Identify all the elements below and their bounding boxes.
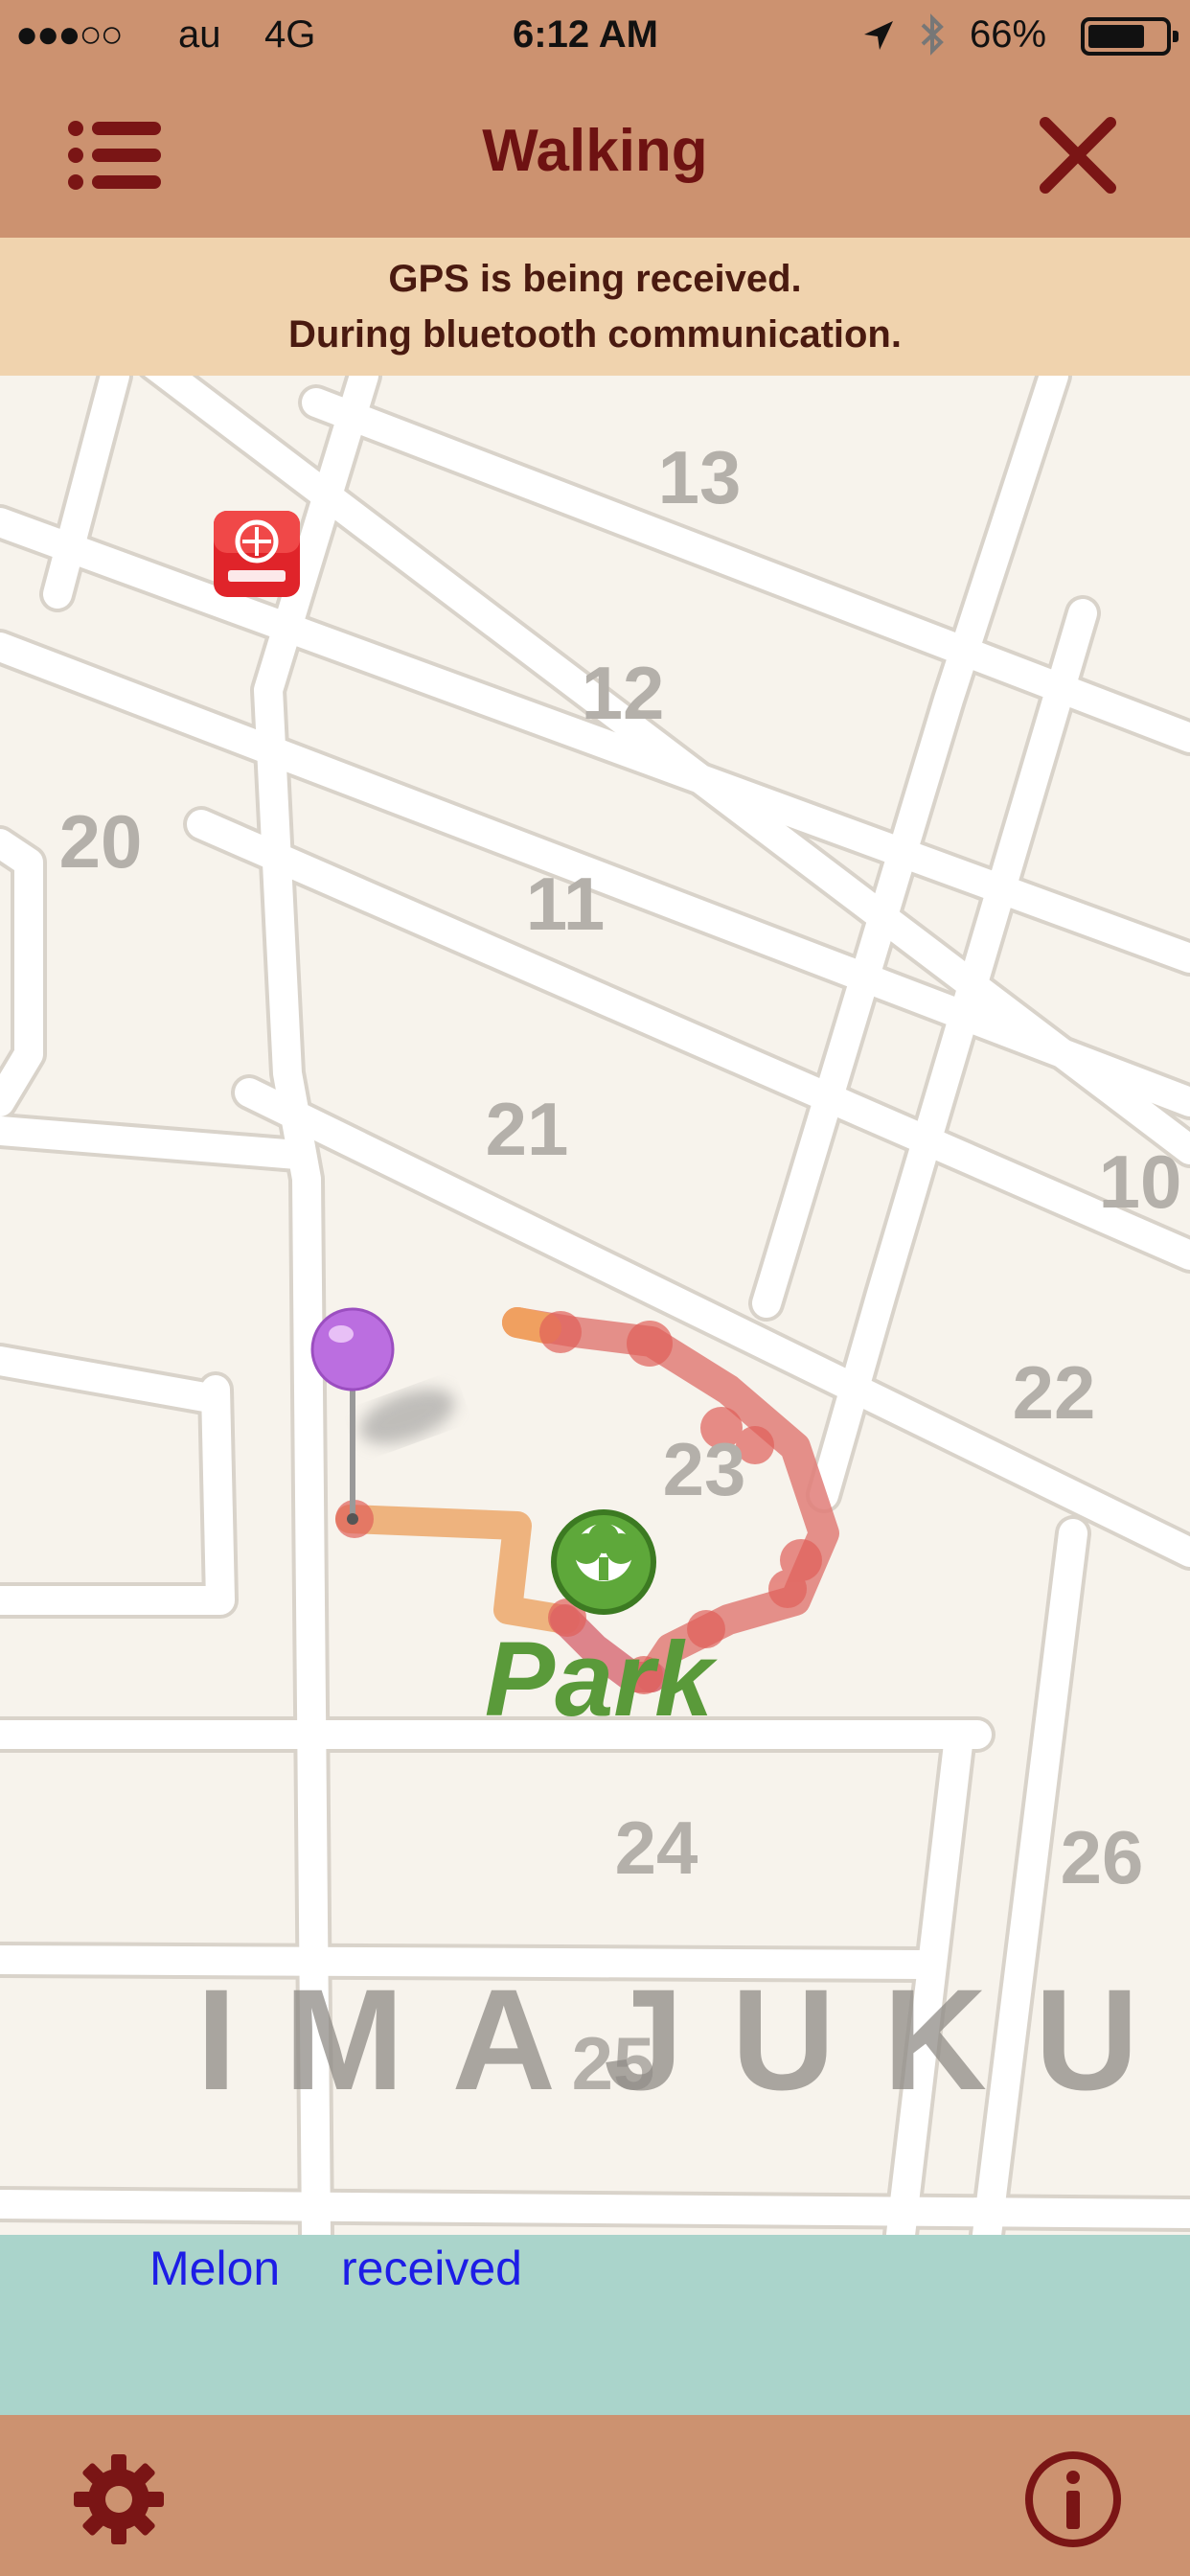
device-name: Melon [149,2242,281,2295]
network-type: 4G [264,13,316,56]
block-label-24: 24 [615,1806,698,1890]
block-label-26: 26 [1061,1815,1144,1899]
block-label-22: 22 [1013,1350,1096,1435]
bluetooth-icon [921,13,944,56]
map-view[interactable]: 13 12 20 11 21 10 22 23 24 26 25 IMAJUKU… [0,376,1190,2235]
block-label-11: 11 [526,862,605,946]
close-button[interactable] [1025,107,1131,203]
map-canvas[interactable]: 13 12 20 11 21 10 22 23 24 26 25 IMAJUKU… [0,376,1190,2235]
nav-bar: Walking [0,73,1190,238]
block-label-10: 10 [1099,1139,1182,1224]
close-icon [1040,117,1116,194]
receive-status: received [341,2242,522,2295]
signal-strength: ●●●○○ [15,13,124,56]
info-button[interactable] [1014,2444,1133,2559]
status-time: 6:12 AM [513,13,658,56]
carrier-name: au [178,13,221,56]
bluetooth-status-text: During bluetooth communication. [288,313,902,356]
block-label-21: 21 [486,1087,569,1171]
district-label: IMAJUKU2 [196,1959,1190,2120]
block-label-13: 13 [658,435,742,519]
status-bar: ●●●○○ au 4G 6:12 AM 66% [0,0,1190,73]
park-label: Park [485,1621,718,1738]
status-banner: GPS is being received. During bluetooth … [0,238,1190,376]
store-icon [214,511,300,597]
block-label-12: 12 [582,651,665,735]
page-title: Walking [482,118,708,184]
block-label-20: 20 [59,799,143,884]
info-icon [1025,2451,1121,2547]
gear-icon [74,2454,164,2544]
block-label-23: 23 [663,1427,746,1511]
gps-status-text: GPS is being received. [388,258,802,300]
battery-percent: 66% [970,13,1047,56]
location-arrow-icon [864,21,893,50]
message-bar: Melon received [0,2235,1190,2415]
settings-button[interactable] [59,2444,178,2559]
tab-bar [0,2415,1190,2576]
battery-icon [1081,17,1179,56]
